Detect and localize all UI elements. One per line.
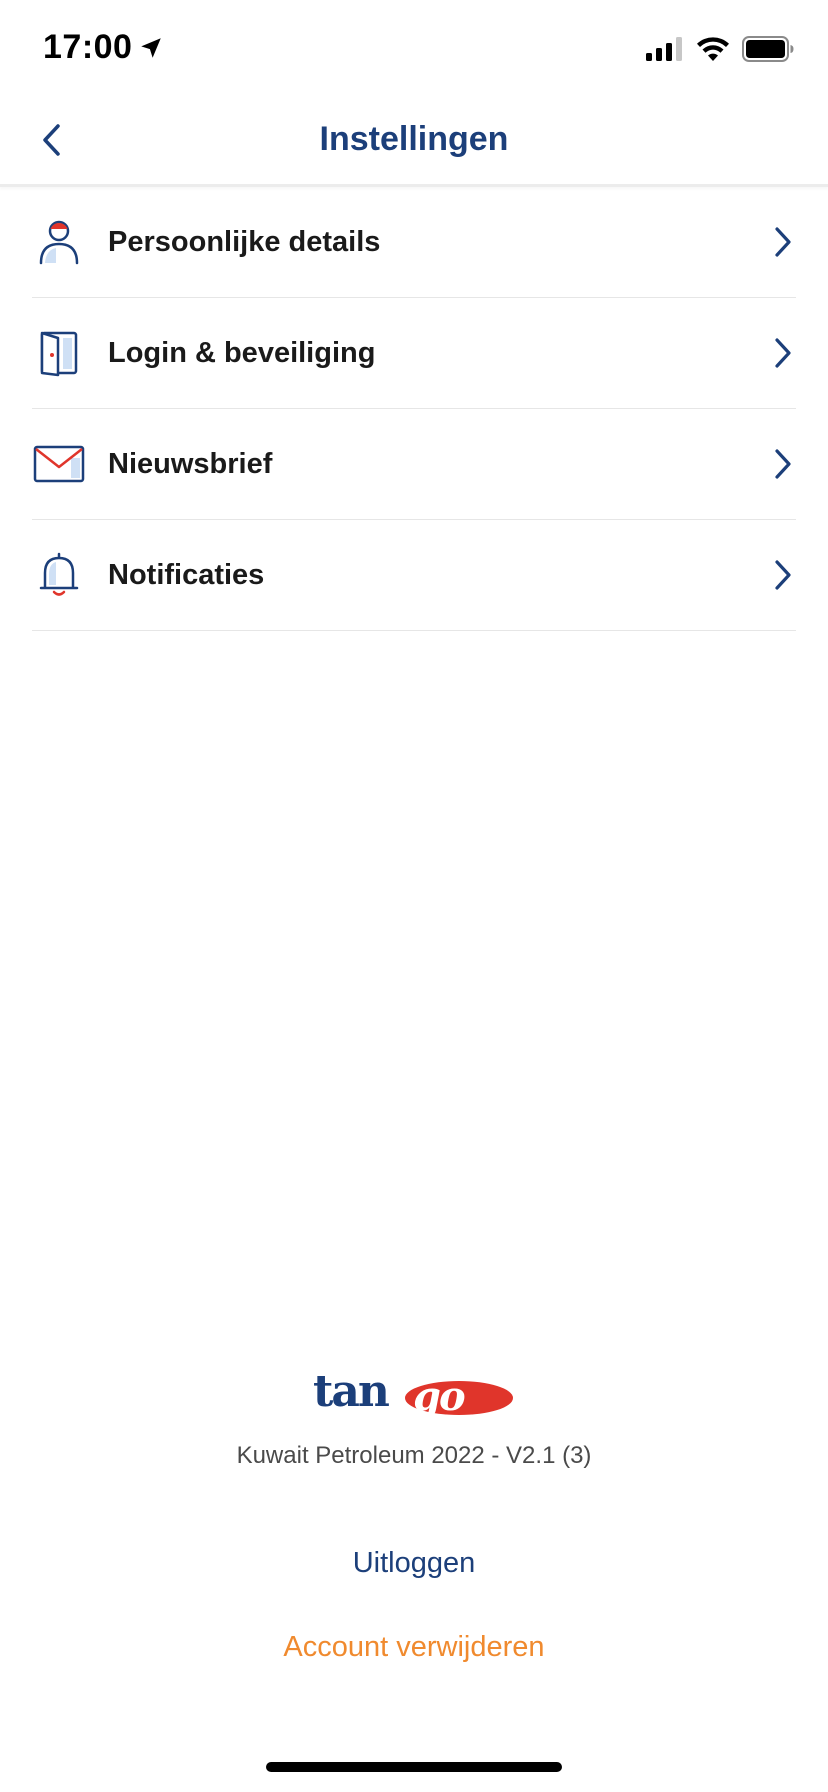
- person-icon: [32, 215, 86, 269]
- status-bar: 17:00: [0, 0, 828, 100]
- settings-item-label: Login & beveiliging: [108, 336, 376, 369]
- page-title: Instellingen: [319, 120, 509, 158]
- wifi-icon: [697, 37, 729, 61]
- settings-item-login-security[interactable]: Login & beveiliging: [32, 298, 796, 409]
- home-indicator: [266, 1762, 562, 1772]
- chevron-right-icon: [768, 333, 798, 373]
- chevron-right-icon: [768, 444, 798, 484]
- tango-logo: tan go: [0, 1368, 828, 1424]
- status-indicators: [646, 36, 794, 62]
- status-time: 17:00: [43, 28, 164, 67]
- settings-item-newsletter[interactable]: Nieuwsbrief: [32, 409, 796, 520]
- settings-item-notifications[interactable]: Notificaties: [32, 520, 796, 631]
- settings-item-label: Nieuwsbrief: [108, 447, 273, 480]
- settings-item-label: Persoonlijke details: [108, 225, 381, 258]
- settings-list: Persoonlijke details Login & beveiliging: [32, 187, 796, 631]
- svg-text:go: go: [413, 1373, 465, 1420]
- door-icon: [32, 326, 86, 380]
- battery-icon: [742, 36, 794, 62]
- status-time-text: 17:00: [43, 28, 133, 66]
- settings-item-label: Notificaties: [108, 558, 265, 591]
- chevron-right-icon: [768, 555, 798, 595]
- chevron-right-icon: [768, 222, 798, 262]
- cellular-signal-icon: [646, 37, 682, 61]
- delete-account-button[interactable]: Account verwijderen: [0, 1631, 828, 1664]
- navigation-bar: Instellingen: [0, 100, 828, 187]
- app-version: Kuwait Petroleum 2022 - V2.1 (3): [236, 1442, 592, 1469]
- svg-text:tan: tan: [313, 1368, 389, 1417]
- logout-button[interactable]: Uitloggen: [0, 1547, 828, 1580]
- envelope-icon: [32, 437, 86, 491]
- bell-icon: [32, 548, 86, 602]
- location-arrow-icon: [141, 37, 162, 58]
- settings-item-personal-details[interactable]: Persoonlijke details: [32, 187, 796, 298]
